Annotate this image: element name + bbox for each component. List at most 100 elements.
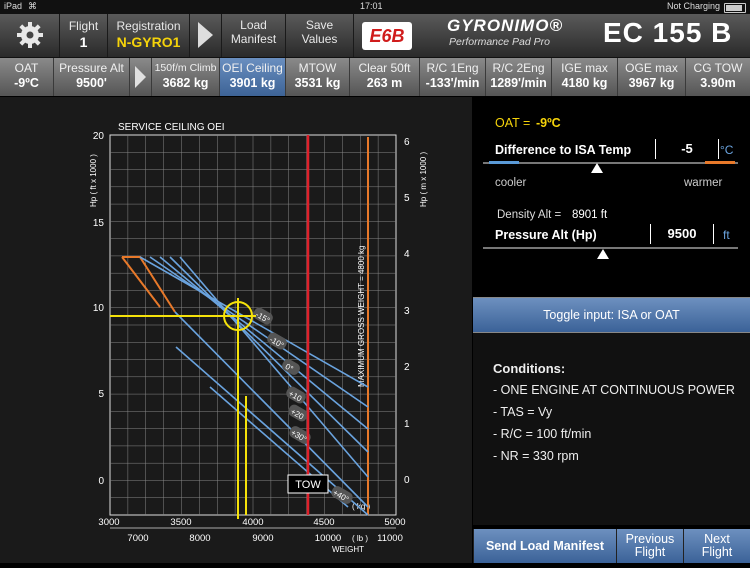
tow-label: TOW bbox=[295, 479, 321, 491]
save-values-label: Save Values bbox=[301, 18, 338, 46]
settings-button[interactable] bbox=[0, 14, 60, 57]
flight-selector[interactable]: Flight 1 bbox=[60, 14, 108, 57]
density-alt-label: Density Alt = bbox=[497, 209, 562, 221]
databar-label: R/C 2Eng bbox=[492, 61, 545, 75]
lb-tick: 8000 bbox=[189, 533, 210, 544]
pressure-alt-input[interactable]: 9500 bbox=[650, 224, 714, 244]
databar-value: 3.90m bbox=[700, 76, 736, 90]
isa-slider-track[interactable] bbox=[483, 162, 738, 164]
next-flight-button[interactable]: Next Flight bbox=[683, 529, 750, 563]
databar-label: MTOW bbox=[298, 61, 337, 75]
kg-tick: 4000 bbox=[242, 517, 263, 528]
kg-tick: 3000 bbox=[98, 517, 119, 528]
right-tick: 6 bbox=[404, 137, 410, 148]
databar-clear-50ft[interactable]: Clear 50ft 263 m bbox=[350, 58, 420, 96]
gear-icon bbox=[16, 22, 43, 48]
databar-ige-max[interactable]: IGE max 4180 kg bbox=[552, 58, 618, 96]
registration-selector[interactable]: Registration N-GYRO1 bbox=[108, 14, 190, 57]
databar-label: CG TOW bbox=[693, 61, 743, 75]
databar-label: Clear 50ft bbox=[358, 61, 411, 75]
e6b-logo: E6B bbox=[362, 22, 412, 50]
conditions-title: Conditions: bbox=[493, 361, 566, 376]
model-title: EC 155 B bbox=[603, 17, 733, 48]
databar-oge-max[interactable]: OGE max 3967 kg bbox=[618, 58, 686, 96]
lb-tick: 9000 bbox=[252, 533, 273, 544]
left-tick: 15 bbox=[93, 218, 105, 229]
isa-unit: °C bbox=[720, 143, 734, 157]
brand-subtitle: Performance Pad Pro bbox=[449, 36, 550, 48]
registration-value: N-GYRO1 bbox=[116, 34, 181, 50]
databar-rc-1eng[interactable]: R/C 1Eng -133'/min bbox=[420, 58, 486, 96]
save-values-button[interactable]: Save Values bbox=[286, 14, 354, 57]
databar-value: 1289'/min bbox=[490, 76, 547, 90]
oat-value: -9ºC bbox=[536, 116, 561, 130]
condition-item: - TAS = Vy bbox=[493, 405, 553, 419]
databar-value: 3901 kg bbox=[229, 76, 276, 90]
clock: 17:01 bbox=[360, 1, 383, 11]
isa-slider-thumb[interactable] bbox=[591, 163, 603, 173]
isa-slider-warm bbox=[705, 161, 735, 164]
isa-label: Difference to ISA Temp bbox=[495, 143, 632, 157]
wifi-icon: ⌘ bbox=[28, 1, 37, 11]
isa-slider-cold bbox=[489, 161, 519, 164]
databar-value: 3531 kg bbox=[294, 76, 341, 90]
isa-input[interactable]: -5 bbox=[655, 139, 719, 159]
send-load-manifest-button[interactable]: Send Load Manifest bbox=[473, 529, 616, 563]
arrow-right-icon bbox=[198, 22, 213, 48]
toggle-isa-oat-button[interactable]: Toggle input: ISA or OAT bbox=[473, 297, 750, 333]
flight-value: 1 bbox=[79, 34, 88, 50]
databar-label: IGE max bbox=[561, 61, 608, 75]
oat-label: OAT = bbox=[495, 116, 531, 130]
databar-arrow-button[interactable] bbox=[130, 58, 152, 96]
pa-slider-track[interactable] bbox=[483, 247, 738, 249]
previous-flight-button[interactable]: Previous Flight bbox=[616, 529, 683, 563]
databar-value: -133'/min bbox=[425, 76, 480, 90]
brand-logo: GYRONIMO® bbox=[447, 16, 563, 35]
flight-label: Flight bbox=[68, 19, 99, 33]
databar-cg-tow[interactable]: CG TOW 3.90m bbox=[686, 58, 750, 96]
status-bar: iPad ⌘ 17:01 Not Charging bbox=[0, 0, 750, 14]
max-gross-label: MAXIMUM GROSS WEIGHT = 4800 kg bbox=[357, 246, 366, 387]
next-arrow-button[interactable] bbox=[190, 14, 222, 57]
input-panel: OAT = -9ºC Difference to ISA Temp -5 °C … bbox=[473, 97, 750, 297]
cooler-label: cooler bbox=[495, 177, 527, 189]
right-tick: 0 bbox=[404, 475, 410, 486]
oei-ceiling-chart: SERVICE CEILING OEI Hp ( ft x 1000 ) Hp … bbox=[89, 122, 428, 554]
databar-mtow[interactable]: MTOW 3531 kg bbox=[286, 58, 350, 96]
databar-climb[interactable]: 150f/m Climb 3682 kg bbox=[152, 58, 220, 96]
lb-tick: 11000 bbox=[377, 533, 403, 544]
condition-item: - NR = 330 rpm bbox=[493, 449, 579, 463]
left-tick: 5 bbox=[98, 389, 104, 400]
databar-value: 263 m bbox=[366, 76, 403, 90]
pressure-alt-unit: ft bbox=[723, 228, 730, 242]
right-tick: 4 bbox=[404, 249, 410, 260]
right-tick: 2 bbox=[404, 362, 410, 373]
performance-databar: OAT -9ºC Pressure Alt 9500' 150f/m Climb… bbox=[0, 58, 750, 96]
lb-tick: 10000 bbox=[315, 533, 341, 544]
pa-slider-thumb[interactable] bbox=[597, 249, 609, 259]
left-tick: 20 bbox=[93, 131, 105, 142]
lb-tick: 7000 bbox=[127, 533, 148, 544]
left-tick: 10 bbox=[93, 303, 105, 314]
databar-value: -9ºC bbox=[14, 76, 39, 90]
databar-pressure-alt[interactable]: Pressure Alt 9500' bbox=[54, 58, 130, 96]
right-tick: 1 bbox=[404, 419, 410, 430]
chart-title: SERVICE CEILING OEI bbox=[118, 122, 225, 133]
load-manifest-button[interactable]: Load Manifest bbox=[222, 14, 286, 57]
databar-label: Pressure Alt bbox=[59, 61, 124, 75]
device-name: iPad bbox=[4, 1, 23, 11]
registration-label: Registration bbox=[116, 19, 181, 33]
warmer-label: warmer bbox=[684, 177, 723, 189]
databar-value: 3967 kg bbox=[628, 76, 675, 90]
pressure-alt-label: Pressure Alt (Hp) bbox=[495, 228, 597, 242]
databar-value: 9500' bbox=[76, 76, 107, 90]
ceiling-chart-area: SERVICE CEILING OEI Hp ( ft x 1000 ) Hp … bbox=[0, 97, 472, 563]
weight-axis-label: WEIGHT bbox=[332, 545, 364, 554]
databar-oat[interactable]: OAT -9ºC bbox=[0, 58, 54, 96]
lb-unit: ( lb ) bbox=[352, 534, 368, 543]
databar-value: 4180 kg bbox=[561, 76, 608, 90]
databar-oei-ceiling[interactable]: OEI Ceiling 3901 kg bbox=[220, 58, 286, 96]
right-tick: 5 bbox=[404, 193, 410, 204]
databar-rc-2eng[interactable]: R/C 2Eng 1289'/min bbox=[486, 58, 552, 96]
condition-item: - R/C = 100 ft/min bbox=[493, 427, 592, 441]
